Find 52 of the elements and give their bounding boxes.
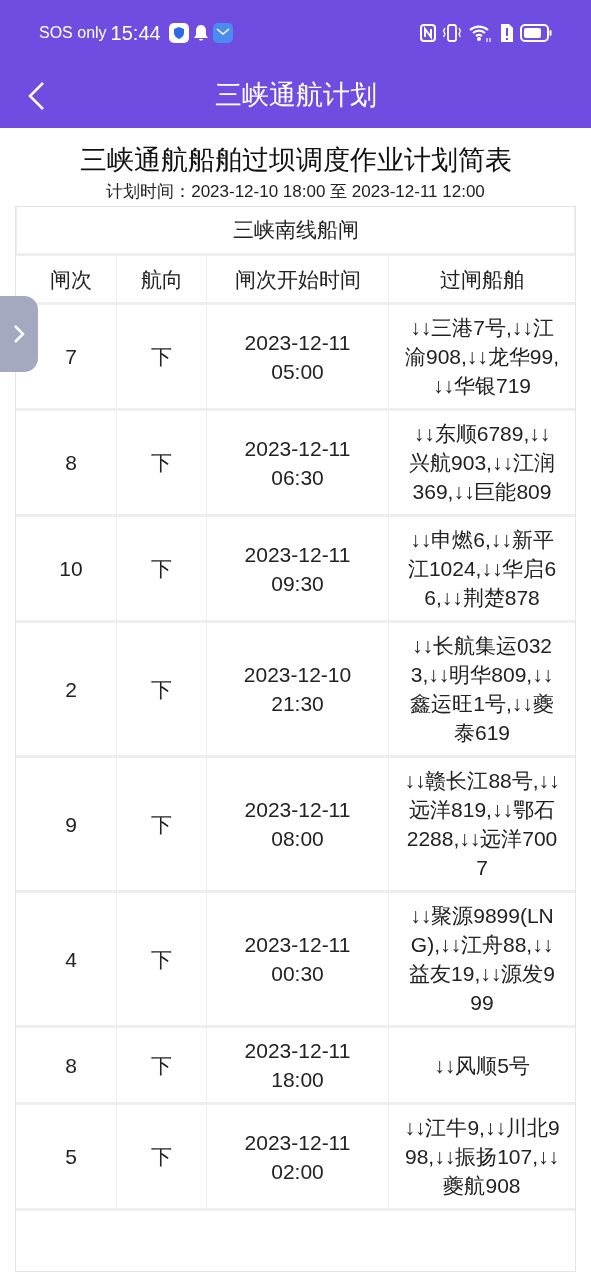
table-cell-text: ↓↓聚源9899(LNG),↓↓江舟88,↓↓益友19,↓↓源发999 — [408, 903, 556, 1016]
table-cell-text: 2023-12-11 02:00 — [243, 1129, 352, 1185]
table-cell-text: 2023-12-10 21:30 — [242, 662, 353, 717]
table-cell-text: 2023-12-11 06:30 — [243, 435, 352, 491]
table-cell-text: 2023-12-11 18:00 — [243, 1038, 352, 1093]
table-cell-text: 下 — [151, 450, 172, 476]
sim-alert-icon — [498, 23, 514, 43]
vibrate-icon — [442, 23, 462, 43]
column-header: 闸次 — [50, 266, 92, 293]
page-title: 三峡通航计划 — [214, 78, 377, 112]
table-cell-text: 4 — [65, 946, 77, 973]
table-cell-text: 8 — [65, 1052, 77, 1079]
table-cell-text: 下 — [151, 946, 172, 973]
bell-icon — [192, 24, 209, 42]
table-cell-text: ↓↓赣长江88号,↓↓远洋819,↓↓鄂石2288,↓↓远洋7007 — [404, 768, 560, 881]
table-cell-text: 8 — [65, 450, 77, 476]
table-cell-text: 下 — [151, 811, 172, 838]
table-cell-text: 下 — [151, 1144, 172, 1170]
table-cell-text: 2023-12-11 00:30 — [243, 932, 352, 987]
table-cell-text: 5 — [65, 1144, 77, 1170]
carrier-label: SOS only — [39, 23, 107, 43]
table-cell-text: 2023-12-11 05:00 — [243, 329, 352, 385]
table-cell-text: ↓↓长航集运0323,↓↓明华809,↓↓鑫运旺1号,↓↓夔泰619 — [409, 633, 555, 746]
table-cell-text: 下 — [151, 676, 172, 703]
plan-period: 计划时间：2023-12-10 18:00 至 2023-12-11 12:00 — [106, 181, 485, 203]
table-cell-text: ↓↓东顺6789,↓↓兴航903,↓↓江润369,↓↓巨能809 — [408, 421, 556, 505]
battery-icon — [520, 23, 552, 43]
table-cell-text: 下 — [151, 344, 172, 370]
table-cell-text: 2 — [65, 676, 77, 703]
chevron-right-icon — [13, 324, 25, 344]
table-cell-text: 10 — [59, 556, 83, 582]
table-cell-text: ↓↓申燃6,↓↓新平江1024,↓↓华启66,↓↓荆楚878 — [406, 527, 558, 611]
wifi-icon — [468, 23, 492, 43]
nfc-icon — [420, 24, 436, 42]
section-title: 三峡南线船闸 — [232, 217, 359, 244]
table-cell-text: 9 — [65, 811, 77, 838]
back-icon — [27, 81, 45, 111]
clock: 15:44 — [110, 21, 161, 46]
table-cell-text: 7 — [65, 344, 77, 370]
table-cell-text: 2023-12-11 08:00 — [243, 797, 352, 852]
table-cell-text: 下 — [151, 1052, 172, 1079]
table-cell-text: ↓↓三港7号,↓↓江渝908,↓↓龙华99,↓↓华银719 — [404, 315, 560, 399]
shield-icon — [168, 23, 189, 43]
column-header: 过闸船舶 — [440, 266, 524, 293]
table-cell-text: 下 — [151, 556, 172, 582]
table-cell-text: ↓↓风顺5号 — [433, 1052, 531, 1079]
table-cell-text: 2023-12-11 09:30 — [243, 541, 352, 597]
report-title: 三峡通航船舶过坝调度作业计划简表 — [79, 144, 512, 177]
app-icon — [212, 23, 233, 43]
column-header: 闸次开始时间 — [234, 266, 361, 293]
column-header: 航向 — [140, 266, 183, 293]
table-cell-text: ↓↓江牛9,↓↓川北998,↓↓振扬107,↓↓夔航908 — [404, 1115, 560, 1199]
